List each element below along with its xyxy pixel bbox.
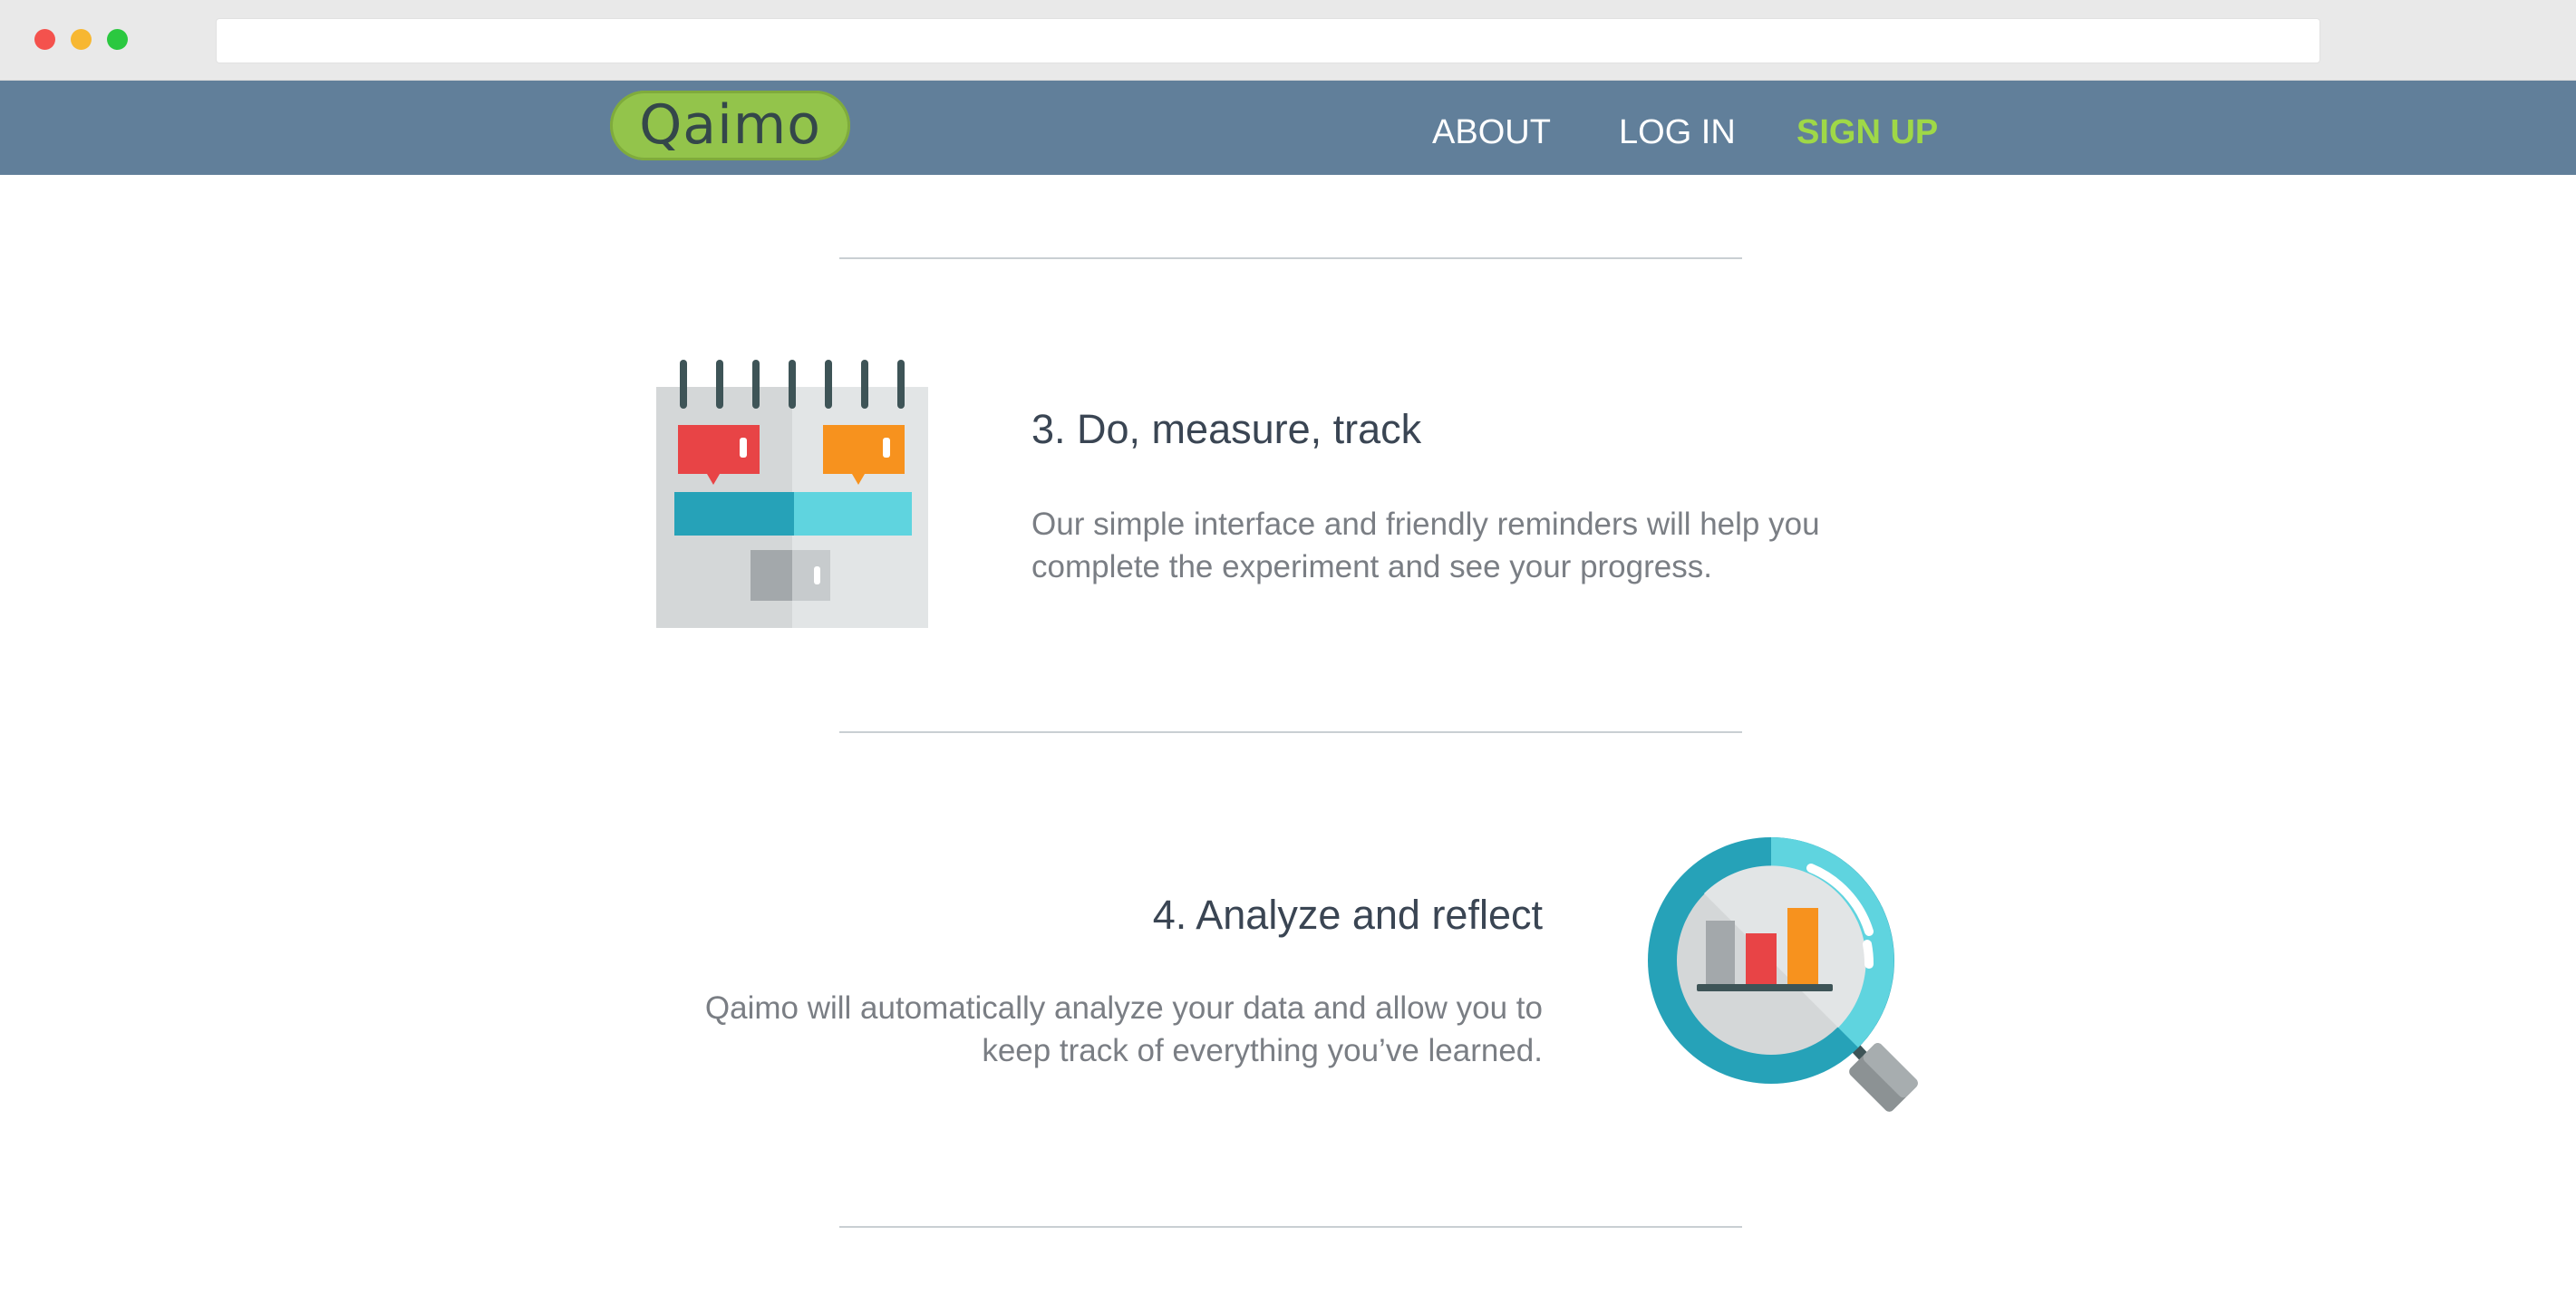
logo-text: Qaimo [639,93,821,157]
step-4-title: 4. Analyze and reflect [1152,892,1543,938]
close-window-button[interactable] [34,29,55,50]
navbar: Qaimo ABOUT LOG IN SIGN UP [0,81,2576,175]
step-4-description: Qaimo will automatically analyze your da… [704,990,1543,1068]
logo[interactable]: Qaimo [610,91,850,160]
step-3-title: 3. Do, measure, track [1031,406,1422,452]
step-3-description: Our simple interface and friendly remind… [1031,507,1820,584]
nav-link-sign-up[interactable]: SIGN UP [1796,113,1938,152]
address-bar[interactable] [216,18,2320,63]
nav-link-about[interactable]: ABOUT [1432,113,1551,152]
calendar-icon [654,358,932,630]
nav-link-log-in[interactable]: LOG IN [1619,113,1736,152]
minimize-window-button[interactable] [71,29,92,50]
browser-chrome [0,0,2576,81]
section-divider [839,1226,1742,1228]
section-divider [839,731,1742,733]
maximize-window-button[interactable] [107,29,128,50]
section-divider [839,257,1742,259]
magnifier-chart-icon [1637,832,1936,1131]
